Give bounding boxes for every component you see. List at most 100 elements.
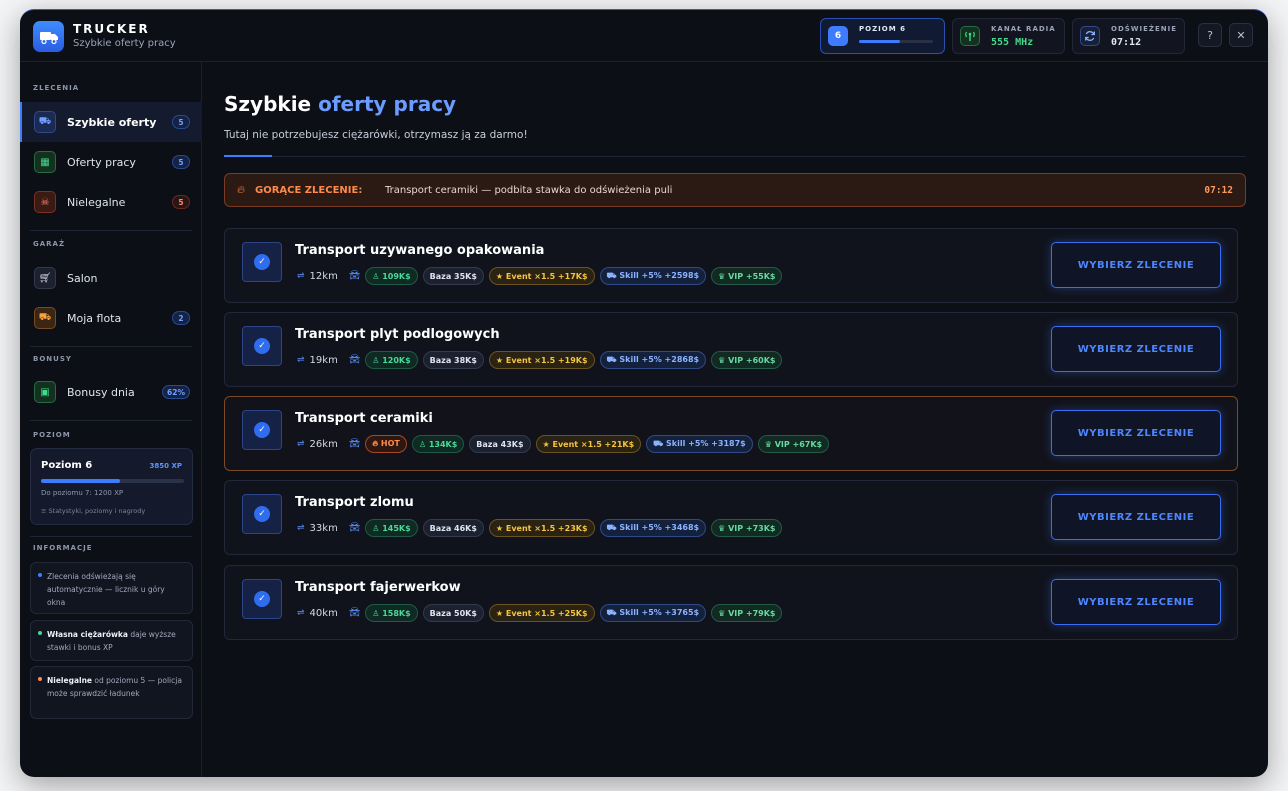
section-title-garage: GARAŻ	[33, 240, 66, 248]
select-order-button[interactable]: WYBIERZ ZLECENIE	[1051, 494, 1221, 540]
job-skill-bonus: ⛟ Skill +5% +3468$	[599, 519, 707, 537]
select-order-button[interactable]: WYBIERZ ZLECENIE	[1051, 579, 1221, 625]
car-icon: 🚘︎	[348, 439, 361, 449]
level-title: Poziom 6	[41, 460, 93, 471]
radio-channel[interactable]: KANAŁ RADIA 555 MHz	[952, 18, 1065, 54]
sidebar-item-job-offers[interactable]: ▦ Oferty pracy 5	[20, 142, 202, 182]
select-order-button[interactable]: WYBIERZ ZLECENIE	[1051, 326, 1221, 372]
job-pay: ♙ 120K$	[365, 351, 418, 369]
count-badge: 5	[172, 115, 190, 129]
job-skill-bonus: ⛟ Skill +5% +3765$	[599, 604, 707, 622]
check-icon: ✓	[254, 506, 270, 522]
divider	[30, 230, 192, 231]
gift-icon: ▣	[34, 381, 56, 403]
job-distance: 33km	[309, 522, 338, 534]
job-event-bonus: ★ Event ×1.5 +25K$	[488, 604, 595, 622]
sidebar-item-my-fleet[interactable]: ⛟ Moja flota 2	[20, 298, 202, 338]
help-button[interactable]: ?	[1198, 23, 1222, 47]
hot-banner-head: GORĄCE ZLECENIE:	[255, 184, 363, 196]
level-progress-bar	[859, 40, 933, 43]
job-card: ✓ Transport zlomu ⇌ 33km 🚘︎ ♙ 145K$ Baza…	[224, 480, 1238, 555]
job-vip-bonus: ♛ VIP +55K$	[711, 267, 783, 285]
job-pay: ♙ 134K$	[411, 435, 465, 453]
info-dot	[38, 631, 42, 635]
info-card: Własna ciężarówka daje wyższe stawki i b…	[30, 620, 193, 661]
sidebar-item-daily-bonus[interactable]: ▣ Bonusy dnia 62%	[20, 372, 202, 412]
sidebar: ZLECENIA ⛟ Szybkie oferty 5 ▦ Oferty pra…	[20, 62, 202, 777]
job-skill-bonus: ⛟ Skill +5% +2598$	[599, 267, 707, 285]
car-icon: 🚘︎	[348, 608, 361, 618]
level-indicator[interactable]: 6 POZIOM 6	[820, 18, 945, 54]
truck-icon: ⛟	[34, 307, 56, 329]
info-dot	[38, 677, 42, 681]
job-base: Baza 43K$	[469, 435, 531, 453]
page-subtitle: Tutaj nie potrzebujesz ciężarówki, otrzy…	[224, 129, 528, 141]
percent-badge: 62%	[162, 385, 190, 399]
cart-icon: 🛒︎	[34, 267, 56, 289]
sidebar-item-label: Salon	[67, 271, 98, 285]
select-order-button[interactable]: WYBIERZ ZLECENIE	[1051, 410, 1221, 456]
fire-icon: 🔥︎	[237, 183, 246, 196]
radio-value: 555 MHz	[991, 37, 1034, 48]
job-base: Baza 50K$	[422, 604, 484, 622]
hot-badge: 🔥︎ HOT	[365, 435, 407, 453]
info-bold: Własna ciężarówka	[47, 630, 128, 639]
job-meta: ⇌ 26km 🚘︎ 🔥︎ HOT ♙ 134K$ Baza 43K$ ★ Eve…	[297, 435, 830, 453]
job-distance: 40km	[309, 607, 338, 619]
count-badge: 2	[172, 311, 190, 325]
hot-order-banner[interactable]: 🔥︎ GORĄCE ZLECENIE: Transport ceramiki —…	[224, 173, 1246, 207]
hot-banner-timer: 07:12	[1204, 184, 1233, 196]
info-bold: Nielegalne	[47, 676, 93, 685]
job-checkbox[interactable]: ✓	[242, 326, 282, 366]
job-meta: ⇌ 40km 🚘︎ ♙ 158K$ Baza 50K$ ★ Event ×1.5…	[297, 604, 783, 622]
section-title-orders: ZLECENIA	[33, 84, 80, 92]
job-checkbox[interactable]: ✓	[242, 494, 282, 534]
sidebar-item-label: Moja flota	[67, 311, 122, 325]
level-progress-bar	[41, 479, 184, 483]
count-badge: 5	[172, 195, 190, 209]
level-xp: 3850 XP	[149, 462, 182, 470]
skull-icon: ☠	[34, 191, 56, 213]
stats-link[interactable]: ≡ Statystyki, poziomy i nagrody	[41, 507, 145, 515]
section-title-info: INFORMACJE	[33, 544, 93, 552]
check-icon: ✓	[254, 338, 270, 354]
app-subtitle: Szybkie oferty pracy	[73, 38, 176, 49]
route-icon: ⇌	[297, 439, 305, 449]
job-meta: ⇌ 19km 🚘︎ ♙ 120K$ Baza 38K$ ★ Event ×1.5…	[297, 351, 783, 369]
page-title-accent: oferty pracy	[318, 92, 457, 116]
stats-link-label: Statystyki, poziomy i nagrody	[48, 507, 146, 515]
route-icon: ⇌	[297, 355, 305, 365]
level-card[interactable]: Poziom 6 3850 XP Do poziomu 7: 1200 XP ≡…	[30, 448, 193, 525]
section-title-bonuses: BONUSY	[33, 355, 72, 363]
sidebar-item-salon[interactable]: 🛒︎ Salon	[20, 258, 202, 298]
header: TRUCKER Szybkie oferty pracy 6 POZIOM 6 …	[20, 10, 1268, 62]
job-event-bonus: ★ Event ×1.5 +23K$	[488, 519, 595, 537]
job-event-bonus: ★ Event ×1.5 +17K$	[488, 267, 595, 285]
route-icon: ⇌	[297, 608, 305, 618]
job-base: Baza 38K$	[422, 351, 484, 369]
quick-truck-icon: ⛟	[34, 111, 56, 133]
page-title-plain: Szybkie	[224, 92, 319, 116]
job-title: Transport zlomu	[295, 495, 414, 510]
job-vip-bonus: ♛ VIP +73K$	[711, 519, 783, 537]
check-icon: ✓	[254, 422, 270, 438]
info-card: Zlecenia odświeżają się automatycznie — …	[30, 562, 193, 614]
sidebar-item-quick-offers[interactable]: ⛟ Szybkie oferty 5	[20, 102, 202, 142]
info-text: Zlecenia odświeżają się automatycznie — …	[47, 572, 165, 607]
route-icon: ⇌	[297, 271, 305, 281]
job-meta: ⇌ 12km 🚘︎ ♙ 109K$ Baza 35K$ ★ Event ×1.5…	[297, 267, 783, 285]
close-button[interactable]: ✕	[1229, 23, 1253, 47]
job-skill-bonus: ⛟ Skill +5% +2868$	[599, 351, 707, 369]
job-checkbox[interactable]: ✓	[242, 410, 282, 450]
job-vip-bonus: ♛ VIP +79K$	[711, 604, 783, 622]
info-card: Nielegalne od poziomu 5 — policja może s…	[30, 666, 193, 719]
sidebar-item-label: Nielegalne	[67, 195, 126, 209]
sidebar-item-illegal[interactable]: ☠ Nielegalne 5	[20, 182, 202, 222]
job-checkbox[interactable]: ✓	[242, 579, 282, 619]
select-order-button[interactable]: WYBIERZ ZLECENIE	[1051, 242, 1221, 288]
job-checkbox[interactable]: ✓	[242, 242, 282, 282]
app-window: TRUCKER Szybkie oferty pracy 6 POZIOM 6 …	[20, 9, 1268, 777]
briefcase-icon: ▦	[34, 151, 56, 173]
divider	[224, 156, 1246, 157]
job-title: Transport fajerwerkow	[295, 580, 461, 595]
